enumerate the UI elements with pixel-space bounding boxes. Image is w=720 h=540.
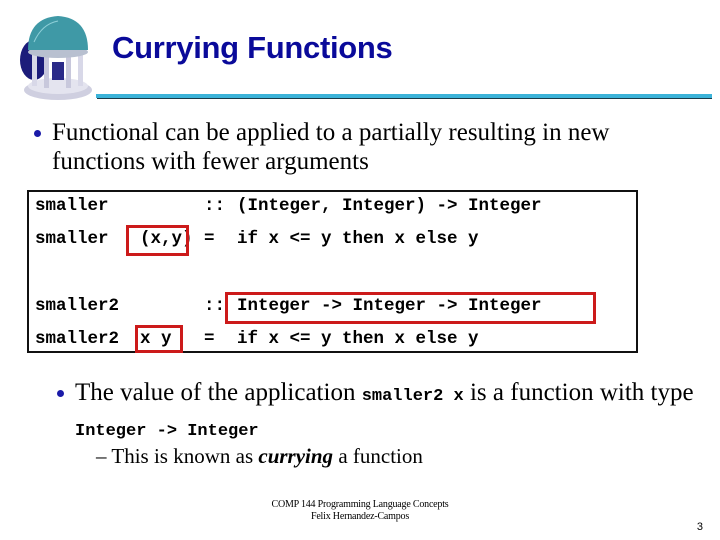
title-underline-shadow — [97, 98, 712, 99]
code-separator: :: — [204, 296, 226, 316]
bullet-text-application: The value of the application smaller2 x … — [75, 377, 695, 447]
code-body: (Integer, Integer) -> Integer — [237, 196, 542, 216]
code-separator: = — [204, 329, 215, 349]
code-separator: :: — [204, 196, 226, 216]
footer-course: COMP 144 Programming Language Concepts — [271, 499, 449, 510]
code-body: if x <= y then x else y — [237, 229, 479, 249]
slide-footer: COMP 144 Programming Language Concepts F… — [200, 499, 520, 523]
highlight-box-curried-type — [225, 292, 596, 324]
code-fn-name: smaller2 — [35, 329, 120, 349]
code-body: if x <= y then x else y — [237, 329, 479, 349]
code-fn-name: smaller — [35, 229, 109, 249]
footer-author: Felix Hernandez-Campos — [310, 511, 410, 522]
code-line: smaller (x,y) = if x <= y then x else y — [35, 229, 479, 249]
code-line: smaller:: (Integer, Integer) -> Integer — [35, 196, 542, 216]
text-segment: This is known as — [111, 444, 259, 468]
bullet-text: Functional can be applied to a partially… — [52, 119, 610, 175]
emphasized-term: currying — [258, 444, 334, 468]
code-line: smaller2 x y = if x <= y then x else y — [35, 329, 479, 349]
text-segment: a function — [333, 444, 423, 468]
code-fn-name: smaller — [35, 196, 109, 216]
inline-code: smaller2 x — [361, 387, 464, 406]
code-block: smaller:: (Integer, Integer) -> Integer s… — [27, 190, 638, 353]
old-well-logo-icon — [12, 12, 94, 102]
code-fn-name: smaller2 — [35, 296, 120, 316]
code-line: smaller2:: Integer -> Integer -> Integer — [35, 296, 542, 316]
highlight-box-curried-args — [135, 325, 183, 353]
bullet-icon — [57, 390, 64, 397]
text-segment: is a function with type — [463, 379, 694, 406]
text-segment: The value of the application — [75, 379, 362, 406]
slide-title: Currying Functions — [112, 30, 393, 65]
highlight-box-tuple-args — [126, 225, 189, 256]
dash-icon: – — [96, 444, 107, 468]
bullet-icon — [34, 130, 41, 137]
inline-code: Integer -> Integer — [75, 422, 259, 441]
page-number: 3 — [696, 521, 703, 533]
sub-bullet: – This is known as currying a function — [96, 444, 423, 469]
code-separator: = — [204, 229, 215, 249]
